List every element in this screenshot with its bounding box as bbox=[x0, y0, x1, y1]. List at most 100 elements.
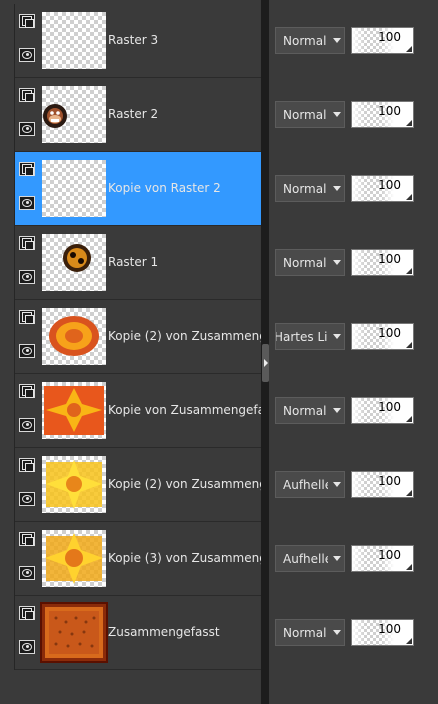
layer-icons bbox=[19, 606, 39, 662]
layer-name: Kopie von Zusammengefasst bbox=[108, 403, 262, 417]
layer-stack-icon[interactable] bbox=[19, 606, 35, 620]
layer-props-row: Hartes Licht 100 bbox=[269, 300, 438, 374]
layer-icons bbox=[19, 14, 39, 70]
opacity-field[interactable]: 100 bbox=[351, 545, 414, 572]
eye-icon[interactable] bbox=[19, 640, 35, 654]
layer-row[interactable]: Kopie (2) von Zusammengefasst bbox=[15, 300, 262, 374]
collapse-arrow-icon[interactable] bbox=[262, 344, 269, 382]
resize-corner-icon bbox=[406, 268, 412, 274]
layer-row[interactable]: Raster 1 bbox=[15, 226, 262, 300]
layer-thumbnail bbox=[42, 308, 106, 365]
opacity-field[interactable]: 100 bbox=[351, 619, 414, 646]
opacity-field[interactable]: 100 bbox=[351, 249, 414, 276]
blend-mode-dropdown[interactable]: Aufhellen bbox=[275, 471, 345, 498]
layer-thumbnail bbox=[42, 530, 106, 587]
layer-name: Raster 2 bbox=[108, 107, 159, 121]
blend-mode-dropdown[interactable]: Aufhellen bbox=[275, 545, 345, 572]
opacity-field[interactable]: 100 bbox=[351, 101, 414, 128]
monkey-thumbnail-art bbox=[43, 104, 67, 128]
layer-stack-icon[interactable] bbox=[19, 14, 35, 28]
resize-corner-icon bbox=[406, 46, 412, 52]
layer-row[interactable]: Raster 3 bbox=[15, 4, 262, 78]
layer-row[interactable]: Kopie von Zusammengefasst bbox=[15, 374, 262, 448]
layer-icons bbox=[19, 384, 39, 440]
chevron-down-icon[interactable] bbox=[328, 546, 344, 571]
opacity-value: 100 bbox=[378, 474, 401, 488]
eye-icon[interactable] bbox=[19, 566, 35, 580]
layer-stack-icon[interactable] bbox=[19, 458, 35, 472]
chevron-down-icon[interactable] bbox=[328, 472, 344, 497]
opacity-value: 100 bbox=[378, 622, 401, 636]
layer-stack-icon[interactable] bbox=[19, 532, 35, 546]
resize-corner-icon bbox=[406, 490, 412, 496]
chevron-down-icon[interactable] bbox=[328, 398, 344, 423]
layer-stack-icon[interactable] bbox=[19, 236, 35, 250]
layer-row[interactable]: Kopie (2) von Zusammengefasst bbox=[15, 448, 262, 522]
layer-row[interactable]: Raster 2 bbox=[15, 78, 262, 152]
layer-props-row: Normal 100 bbox=[269, 152, 438, 226]
layer-icons bbox=[19, 532, 39, 588]
eye-icon[interactable] bbox=[19, 344, 35, 358]
layer-thumbnail bbox=[42, 160, 106, 217]
layer-row[interactable]: Kopie (3) von Zusammengefasst bbox=[15, 522, 262, 596]
opacity-field[interactable]: 100 bbox=[351, 323, 414, 350]
layer-name: Kopie (2) von Zusammengefasst bbox=[108, 329, 262, 343]
opacity-field[interactable]: 100 bbox=[351, 471, 414, 498]
blend-mode-dropdown[interactable]: Hartes Licht bbox=[275, 323, 345, 350]
chevron-down-icon[interactable] bbox=[328, 324, 344, 349]
opacity-field[interactable]: 100 bbox=[351, 397, 414, 424]
blend-mode-dropdown[interactable]: Normal bbox=[275, 619, 345, 646]
layer-icons bbox=[19, 236, 39, 292]
layer-row-selected[interactable]: Kopie von Raster 2 bbox=[15, 152, 262, 226]
brown-tile-thumbnail-art bbox=[42, 604, 106, 661]
resize-corner-icon bbox=[406, 194, 412, 200]
panel-left-strip bbox=[0, 0, 14, 704]
blend-mode-label: Hartes Licht bbox=[275, 330, 332, 344]
chevron-down-icon[interactable] bbox=[328, 620, 344, 645]
blend-mode-dropdown[interactable]: Normal bbox=[275, 397, 345, 424]
layer-props-row: Normal 100 bbox=[269, 226, 438, 300]
yellow-burst2-thumbnail-art bbox=[45, 533, 103, 584]
layer-stack-icon[interactable] bbox=[19, 162, 35, 176]
chevron-down-icon[interactable] bbox=[328, 28, 344, 53]
opacity-field[interactable]: 100 bbox=[351, 175, 414, 202]
resize-corner-icon bbox=[406, 416, 412, 422]
layer-thumbnail bbox=[42, 234, 106, 291]
layer-name: Raster 1 bbox=[108, 255, 159, 269]
eye-icon[interactable] bbox=[19, 48, 35, 62]
opacity-value: 100 bbox=[378, 104, 401, 118]
layer-stack-icon[interactable] bbox=[19, 310, 35, 324]
chevron-down-icon[interactable] bbox=[328, 176, 344, 201]
blend-mode-dropdown[interactable]: Normal bbox=[275, 101, 345, 128]
layer-row[interactable]: Zusammengefasst bbox=[15, 596, 262, 670]
layer-thumbnail bbox=[42, 456, 106, 513]
opacity-value: 100 bbox=[378, 400, 401, 414]
opacity-field[interactable]: 100 bbox=[351, 27, 414, 54]
layers-panel: Raster 3 Raster 2 Kopie von Raster 2 Ras… bbox=[0, 0, 438, 704]
opacity-value: 100 bbox=[378, 30, 401, 44]
chevron-down-icon[interactable] bbox=[328, 102, 344, 127]
eye-icon[interactable] bbox=[19, 492, 35, 506]
blend-mode-dropdown[interactable]: Normal bbox=[275, 27, 345, 54]
chevron-down-icon[interactable] bbox=[328, 250, 344, 275]
eye-icon[interactable] bbox=[19, 122, 35, 136]
eye-icon[interactable] bbox=[19, 418, 35, 432]
blend-mode-dropdown[interactable]: Normal bbox=[275, 175, 345, 202]
opacity-value: 100 bbox=[378, 326, 401, 340]
opacity-value: 100 bbox=[378, 252, 401, 266]
blend-mode-dropdown[interactable]: Normal bbox=[275, 249, 345, 276]
resize-corner-icon bbox=[406, 638, 412, 644]
eye-icon[interactable] bbox=[19, 196, 35, 210]
layer-icons bbox=[19, 162, 39, 218]
layer-props-row: Normal 100 bbox=[269, 4, 438, 78]
layer-name: Zusammengefasst bbox=[108, 625, 220, 639]
layer-list: Raster 3 Raster 2 Kopie von Raster 2 Ras… bbox=[14, 4, 262, 670]
layer-stack-icon[interactable] bbox=[19, 88, 35, 102]
layer-stack-icon[interactable] bbox=[19, 384, 35, 398]
yellow-burst-thumbnail-art bbox=[46, 460, 102, 509]
eye-icon[interactable] bbox=[19, 270, 35, 284]
layer-thumbnail bbox=[42, 604, 106, 661]
layer-name: Kopie von Raster 2 bbox=[108, 181, 221, 195]
layer-props-row: Normal 100 bbox=[269, 78, 438, 152]
opacity-value: 100 bbox=[378, 548, 401, 562]
